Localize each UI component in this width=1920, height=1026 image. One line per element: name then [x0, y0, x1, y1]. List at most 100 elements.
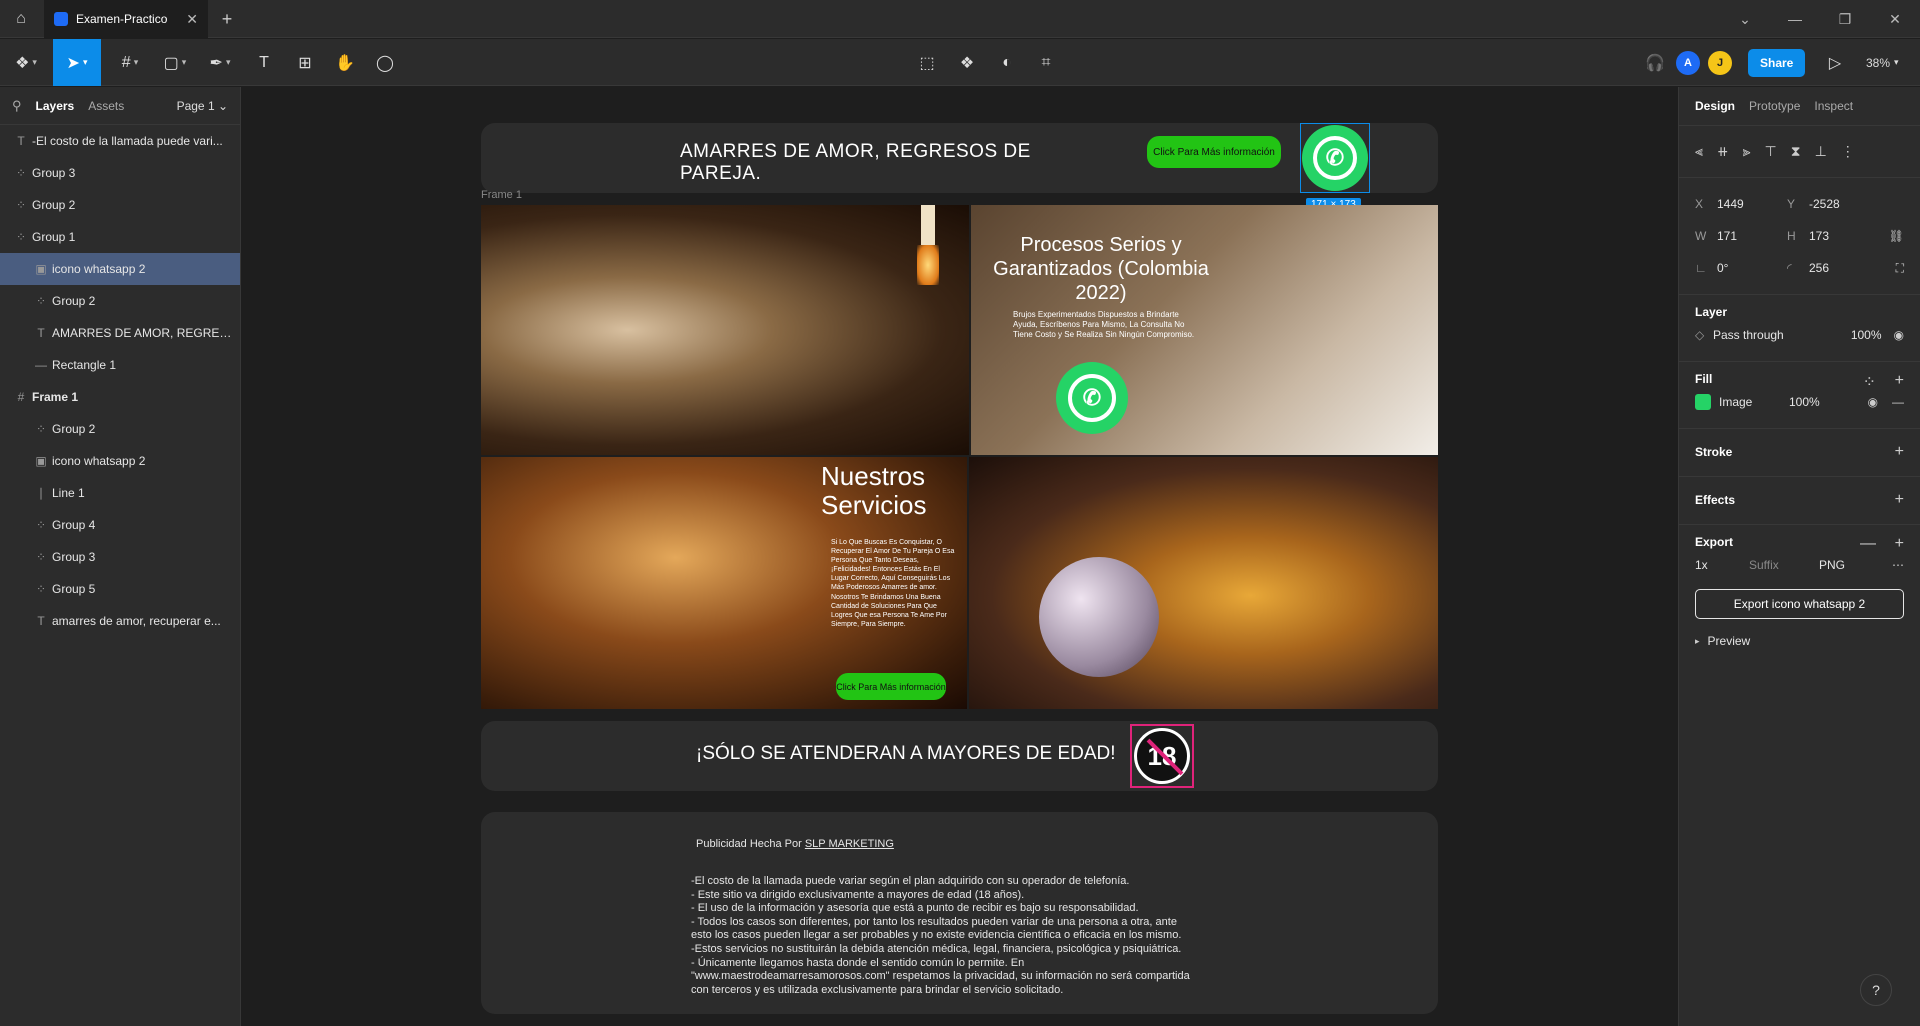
- blend-mode-select[interactable]: Pass through: [1713, 328, 1833, 342]
- tab-layers[interactable]: Layers: [36, 99, 75, 113]
- help-button[interactable]: ?: [1860, 974, 1892, 1006]
- whatsapp-icon[interactable]: ✆: [1056, 362, 1128, 434]
- minimize-button[interactable]: —: [1770, 0, 1820, 38]
- frame-label[interactable]: Frame 1: [481, 189, 522, 201]
- resources-tool[interactable]: ⊞: [290, 39, 320, 86]
- tab-assets[interactable]: Assets: [88, 99, 124, 113]
- layer-row[interactable]: ⁘ Group 1: [0, 221, 240, 253]
- layer-row[interactable]: ∣ Line 1: [0, 477, 240, 509]
- figma-file-icon: [54, 12, 68, 26]
- mask-button[interactable]: ◐: [992, 39, 1022, 86]
- age-badge-frame[interactable]: 18: [1130, 724, 1194, 788]
- layer-row[interactable]: Tamarres de amor, recuperar e...: [0, 605, 240, 637]
- close-window-button[interactable]: ✕: [1870, 0, 1920, 38]
- file-tab[interactable]: Examen-Practico ✕: [44, 0, 208, 38]
- click-info-button[interactable]: Click Para Más información: [1147, 136, 1281, 168]
- height-field[interactable]: 173: [1809, 229, 1879, 243]
- export-button[interactable]: Export icono whatsapp 2: [1695, 589, 1904, 619]
- layer-name: Rectangle 1: [52, 358, 117, 372]
- avatar[interactable]: J: [1708, 51, 1732, 75]
- styles-icon[interactable]: ⁘: [1863, 372, 1876, 392]
- main-menu-button[interactable]: ❖ ▾: [8, 39, 44, 86]
- x-field[interactable]: 1449: [1717, 197, 1787, 211]
- component-select-button[interactable]: ⬚: [912, 39, 942, 86]
- remove-fill-icon[interactable]: —: [1892, 395, 1904, 409]
- pen-tool[interactable]: ✒ ▾: [200, 39, 240, 86]
- add-export-icon[interactable]: +: [1895, 535, 1904, 553]
- export-suffix-input[interactable]: Suffix: [1749, 558, 1819, 572]
- layer-row[interactable]: ▣ icono whatsapp 2: [0, 253, 240, 285]
- width-field[interactable]: 171: [1717, 229, 1787, 243]
- hand-tool[interactable]: ✋: [330, 39, 360, 86]
- layer-row[interactable]: ⁘ Group 2: [0, 285, 240, 317]
- distribute-icon[interactable]: ⋮: [1841, 143, 1855, 160]
- layer-row[interactable]: T -El costo de la llamada puede vari...: [0, 125, 240, 157]
- credit-link[interactable]: SLP MARKETING: [805, 838, 894, 850]
- layer-row[interactable]: — Rectangle 1: [0, 349, 240, 381]
- move-tool[interactable]: ➤ ▾: [53, 39, 101, 86]
- title-bar: ⌂ Examen-Practico ✕ + ⌄ — ❐ ✕: [0, 0, 1920, 38]
- align-center-icon[interactable]: ⧺: [1717, 143, 1729, 160]
- search-icon[interactable]: ⚲: [12, 98, 22, 114]
- align-middle-icon[interactable]: ⧗: [1791, 143, 1801, 160]
- create-component-button[interactable]: ❖: [952, 39, 982, 86]
- corner-radius-field[interactable]: 256: [1809, 261, 1879, 275]
- canvas[interactable]: AMARRES DE AMOR, REGRESOS DE PAREJA. Cli…: [242, 87, 1677, 1026]
- shape-tool[interactable]: ▢ ▾: [155, 39, 195, 86]
- layer-row[interactable]: ⁘ Group 2: [0, 413, 240, 445]
- click-info-button[interactable]: Click Para Más información: [836, 673, 946, 700]
- align-left-icon[interactable]: ⫷: [1695, 143, 1703, 160]
- fill-opacity[interactable]: 100%: [1789, 395, 1849, 409]
- export-scale[interactable]: 1x: [1695, 558, 1749, 572]
- rotation-field[interactable]: 0°: [1717, 261, 1787, 275]
- caret-right-icon[interactable]: ▸: [1695, 636, 1700, 647]
- remove-export-icon[interactable]: —: [1860, 535, 1876, 553]
- layer-row[interactable]: ⁘ Group 3: [0, 157, 240, 189]
- constrain-proportions-icon[interactable]: ⛓: [1889, 229, 1904, 243]
- align-right-icon[interactable]: ⫸: [1743, 143, 1751, 160]
- present-button[interactable]: ▷: [1820, 39, 1850, 86]
- export-format-select[interactable]: PNG: [1819, 558, 1869, 572]
- maximize-button[interactable]: ❐: [1820, 0, 1870, 38]
- crop-button[interactable]: ⌗: [1031, 39, 1061, 86]
- layer-type-icon: ▣: [35, 454, 47, 468]
- add-effect-icon[interactable]: +: [1895, 491, 1904, 509]
- close-tab-icon[interactable]: ✕: [186, 11, 198, 28]
- layer-row[interactable]: ⁘ Group 3: [0, 541, 240, 573]
- independent-corners-icon[interactable]: ⛶: [1896, 261, 1904, 276]
- audio-button[interactable]: 🎧: [1640, 39, 1670, 86]
- tab-inspect[interactable]: Inspect: [1814, 99, 1853, 113]
- layer-opacity[interactable]: 100%: [1851, 328, 1882, 342]
- alignment-row: ⫷ ⧺ ⫸ ⊤ ⧗ ⊥ ⋮: [1679, 125, 1920, 177]
- layer-row[interactable]: ⁘ Group 4: [0, 509, 240, 541]
- tab-prototype[interactable]: Prototype: [1749, 99, 1800, 113]
- new-tab-button[interactable]: +: [214, 6, 240, 32]
- layer-row[interactable]: ⁘ Group 5: [0, 573, 240, 605]
- eye-icon[interactable]: ◉: [1868, 395, 1878, 409]
- layer-row[interactable]: T AMARRES DE AMOR, REGRES...: [0, 317, 240, 349]
- tab-design[interactable]: Design: [1695, 99, 1735, 113]
- text-tool[interactable]: T: [250, 39, 278, 86]
- comment-tool[interactable]: ◯: [370, 39, 400, 86]
- align-bottom-icon[interactable]: ⊥: [1815, 143, 1827, 160]
- eye-icon[interactable]: ◉: [1894, 328, 1904, 342]
- add-stroke-icon[interactable]: +: [1895, 443, 1904, 461]
- selection-box[interactable]: [1300, 123, 1370, 193]
- layer-row[interactable]: ▣ icono whatsapp 2: [0, 445, 240, 477]
- chevron-down-icon[interactable]: ⌄: [1720, 0, 1770, 38]
- layer-row[interactable]: # Frame 1: [0, 381, 240, 413]
- add-fill-icon[interactable]: +: [1895, 372, 1904, 390]
- fill-swatch[interactable]: [1695, 394, 1711, 410]
- zoom-menu[interactable]: 38% ▾: [1866, 39, 1899, 86]
- avatar[interactable]: A: [1676, 51, 1700, 75]
- align-top-icon[interactable]: ⊤: [1765, 143, 1777, 160]
- share-button[interactable]: Share: [1748, 49, 1806, 77]
- y-field[interactable]: -2528: [1809, 197, 1879, 211]
- more-options-icon[interactable]: ⋯: [1892, 558, 1904, 572]
- preview-toggle[interactable]: Preview: [1708, 634, 1751, 648]
- page-selector[interactable]: Page 1 ⌄: [177, 99, 228, 113]
- layer-row[interactable]: ⁘ Group 2: [0, 189, 240, 221]
- layer-list: T -El costo de la llamada puede vari... ⁘ G…: [0, 125, 240, 637]
- frame-tool[interactable]: # ▾: [110, 39, 150, 86]
- home-icon[interactable]: ⌂: [8, 6, 34, 32]
